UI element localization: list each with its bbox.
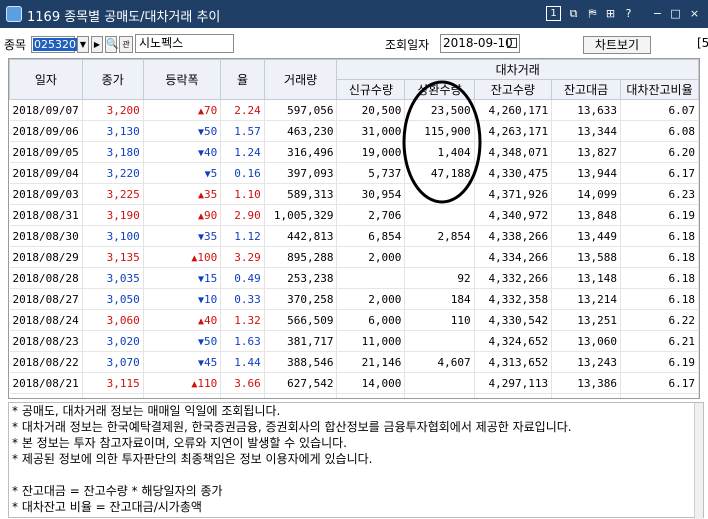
note-line (12, 467, 703, 483)
notes-scrollbar[interactable] (694, 403, 703, 519)
note-line: * 본 정보는 투자 참고자료이며, 오류와 지연이 발생할 수 있습니다. (12, 436, 348, 450)
note-line: * 제공된 정보에 의한 투자판단의 최종책임은 정보 이용자에게 있습니다. (12, 452, 373, 466)
notes-panel: * 공매도, 대차거래 정보는 매매일 익일에 조회됩니다. * 대차거래 정보는… (8, 402, 704, 519)
note-line: * 잔고대금 = 잔고수량 * 해당일자의 종가 (12, 484, 223, 498)
note-line: * 대차잔고 비율 = 잔고대금/시가총액 (12, 500, 202, 514)
note-line: * 대차거래 정보는 한국예탁결제원, 한국증권금융, 증권회사의 합산정보를 … (12, 420, 572, 434)
note-line: * 공매도, 대차거래 정보는 매매일 익일에 조회됩니다. (12, 404, 281, 418)
